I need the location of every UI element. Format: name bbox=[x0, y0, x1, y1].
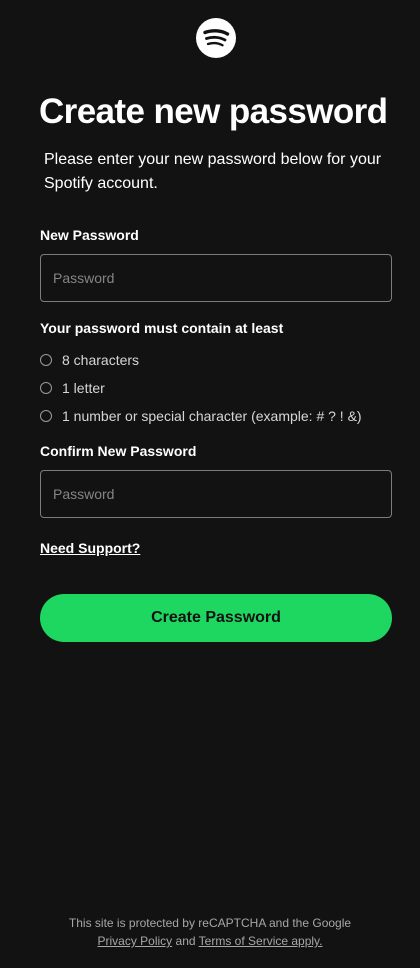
requirement-unmet-icon bbox=[40, 410, 52, 422]
recaptcha-notice: This site is protected by reCAPTCHA and … bbox=[68, 916, 352, 930]
confirm-password-label: Confirm New Password bbox=[40, 443, 197, 459]
page-subtitle: Please enter your new password below for… bbox=[44, 151, 382, 192]
new-password-input[interactable] bbox=[40, 254, 392, 302]
page-title: Create new password bbox=[39, 92, 388, 131]
requirement-text: 1 letter bbox=[62, 380, 105, 396]
requirement-item: 8 characters bbox=[40, 346, 362, 374]
and-text: and bbox=[175, 934, 196, 948]
password-requirements-list: 8 characters 1 letter 1 number or specia… bbox=[40, 346, 362, 430]
privacy-policy-link[interactable]: Privacy Policy bbox=[97, 934, 172, 948]
recaptcha-footer: This site is protected by reCAPTCHA and … bbox=[0, 914, 420, 950]
requirement-item: 1 letter bbox=[40, 374, 362, 402]
requirement-text: 8 characters bbox=[62, 352, 140, 368]
confirm-password-input[interactable] bbox=[40, 470, 392, 518]
requirement-text: 1 number or special character (example: … bbox=[62, 408, 362, 424]
new-password-label: New Password bbox=[40, 227, 139, 243]
need-support-link[interactable]: Need Support? bbox=[40, 540, 140, 556]
requirement-unmet-icon bbox=[40, 354, 52, 366]
create-password-button[interactable]: Create Password bbox=[40, 594, 392, 642]
password-requirements-heading: Your password must contain at least bbox=[40, 320, 284, 336]
requirement-item: 1 number or special character (example: … bbox=[40, 402, 362, 430]
terms-of-service-link[interactable]: Terms of Service apply. bbox=[199, 934, 323, 948]
requirement-unmet-icon bbox=[40, 382, 52, 394]
spotify-logo-icon bbox=[196, 18, 236, 58]
recaptcha-links: Privacy Policy and Terms of Service appl… bbox=[0, 932, 420, 950]
